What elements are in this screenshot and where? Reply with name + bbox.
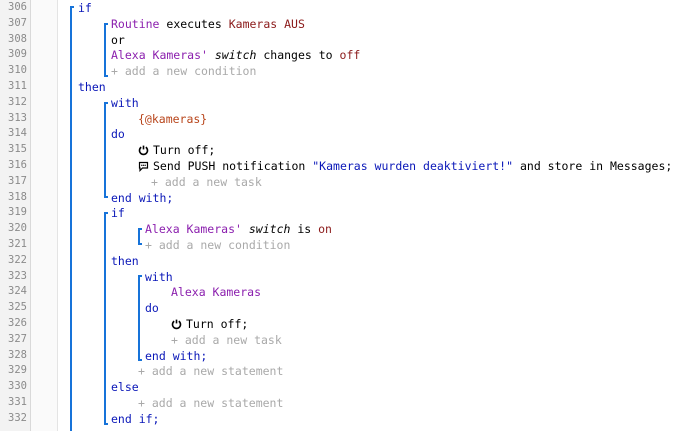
- inner-with-bar: [138, 275, 140, 361]
- routine-label[interactable]: Routine: [111, 17, 159, 31]
- line-number: 318: [8, 191, 27, 203]
- add-statement-link[interactable]: + add a new statement: [138, 396, 283, 410]
- add-task-link[interactable]: + add a new task: [151, 175, 262, 189]
- code-line[interactable]: Alexa Kameras' switch is on: [145, 222, 332, 236]
- line-number: 327: [8, 333, 27, 345]
- line-number: 332: [8, 412, 27, 424]
- add-condition-link[interactable]: + add a new condition: [145, 238, 290, 252]
- keyword-end-if[interactable]: end if;: [111, 412, 159, 426]
- inner-with-cap: [138, 275, 142, 277]
- device-name[interactable]: Alexa Kameras: [171, 285, 261, 299]
- attribute-value[interactable]: on: [318, 222, 332, 236]
- line-number: 314: [8, 127, 27, 139]
- line-number: 321: [8, 238, 27, 250]
- task-text[interactable]: Turn off;: [153, 143, 215, 157]
- keyword-then[interactable]: then: [111, 254, 139, 268]
- inner-if-block-bar: [104, 212, 106, 425]
- line-number: 308: [8, 33, 27, 45]
- task-line[interactable]: Turn off;: [171, 317, 248, 333]
- line-number: 323: [8, 270, 27, 282]
- condition-block-cap: [104, 23, 108, 25]
- keyword-do[interactable]: do: [145, 301, 159, 315]
- line-number: 306: [8, 1, 27, 13]
- inner-if-block-cap: [104, 423, 108, 425]
- chat-bubble-icon: [138, 161, 149, 175]
- condition-block-cap: [104, 75, 108, 77]
- keyword-with[interactable]: with: [145, 270, 173, 284]
- line-number: 330: [8, 380, 27, 392]
- line-number: 313: [8, 112, 27, 124]
- keyword-if[interactable]: if: [111, 206, 125, 220]
- keyword-if[interactable]: if: [78, 1, 92, 15]
- inner-condition-cap: [138, 228, 142, 230]
- line-number: 324: [8, 285, 27, 297]
- with-block-cap: [104, 102, 108, 104]
- line-number-gutter: 306 307 308 309 310 311 312 313 314 315 …: [0, 0, 31, 431]
- fold-gutter: [31, 0, 58, 431]
- or-operator[interactable]: or: [111, 33, 125, 47]
- keyword-with[interactable]: with: [111, 96, 139, 110]
- device-name[interactable]: Alexa Kameras': [145, 222, 242, 236]
- power-icon: [138, 145, 149, 159]
- task-line[interactable]: Turn off;: [138, 143, 215, 159]
- keyword-then[interactable]: then: [78, 80, 106, 94]
- code-line[interactable]: or: [111, 33, 125, 47]
- keyword-else[interactable]: else: [111, 380, 139, 394]
- attribute-name: switch: [248, 222, 291, 236]
- power-icon: [171, 319, 182, 333]
- line-number: 325: [8, 301, 27, 313]
- if-block-bar: [70, 6, 72, 431]
- condition-block-bar: [104, 23, 106, 77]
- line-number: 326: [8, 317, 27, 329]
- line-number: 319: [8, 206, 27, 218]
- line-number: 331: [8, 396, 27, 408]
- add-task-link[interactable]: + add a new task: [171, 333, 282, 347]
- code-editor: 306 307 308 309 310 311 312 313 314 315 …: [0, 0, 690, 431]
- device-name[interactable]: Alexa Kameras': [111, 48, 208, 62]
- inner-condition-cap: [138, 243, 142, 245]
- line-number: 307: [8, 17, 27, 29]
- keyword-end-with[interactable]: end with;: [111, 191, 173, 205]
- line-number: 312: [8, 96, 27, 108]
- with-block-cap: [104, 196, 108, 198]
- line-number: 329: [8, 364, 27, 376]
- line-number: 311: [8, 80, 27, 92]
- push-message[interactable]: "Kameras wurden deaktiviert!": [312, 159, 513, 173]
- line-number: 316: [8, 159, 27, 171]
- line-number: 317: [8, 175, 27, 187]
- line-number: 322: [8, 254, 27, 266]
- code-line[interactable]: if: [78, 1, 92, 15]
- task-text[interactable]: Send PUSH notification: [153, 159, 312, 173]
- line-number: 309: [8, 48, 27, 60]
- task-line[interactable]: Send PUSH notification "Kameras wurden d…: [138, 159, 672, 175]
- routine-value[interactable]: Kameras AUS: [229, 17, 305, 31]
- operator-text: executes: [159, 17, 229, 31]
- line-number: 328: [8, 349, 27, 361]
- keyword-do[interactable]: do: [111, 127, 125, 141]
- line-number: 315: [8, 143, 27, 155]
- add-statement-link[interactable]: + add a new statement: [138, 364, 283, 378]
- code-line[interactable]: Alexa Kameras' switch changes to off: [111, 48, 360, 62]
- operator-text: is: [290, 222, 319, 236]
- line-number: 310: [8, 64, 27, 76]
- inner-if-block-cap: [104, 212, 108, 214]
- with-block-bar: [104, 102, 106, 198]
- attribute-name: switch: [214, 48, 257, 62]
- code-line[interactable]: Routine executes Kameras AUS: [111, 17, 305, 31]
- task-text: and store in Messages;: [513, 159, 673, 173]
- if-block-cap: [70, 6, 74, 8]
- operator-text: changes to: [256, 48, 340, 62]
- attribute-value[interactable]: off: [340, 48, 361, 62]
- task-text[interactable]: Turn off;: [186, 317, 248, 331]
- variable-reference[interactable]: {@kameras}: [138, 112, 207, 126]
- inner-with-cap: [138, 359, 142, 361]
- keyword-end-with[interactable]: end with;: [145, 349, 207, 363]
- line-number: 320: [8, 222, 27, 234]
- add-condition-link[interactable]: + add a new condition: [111, 64, 256, 78]
